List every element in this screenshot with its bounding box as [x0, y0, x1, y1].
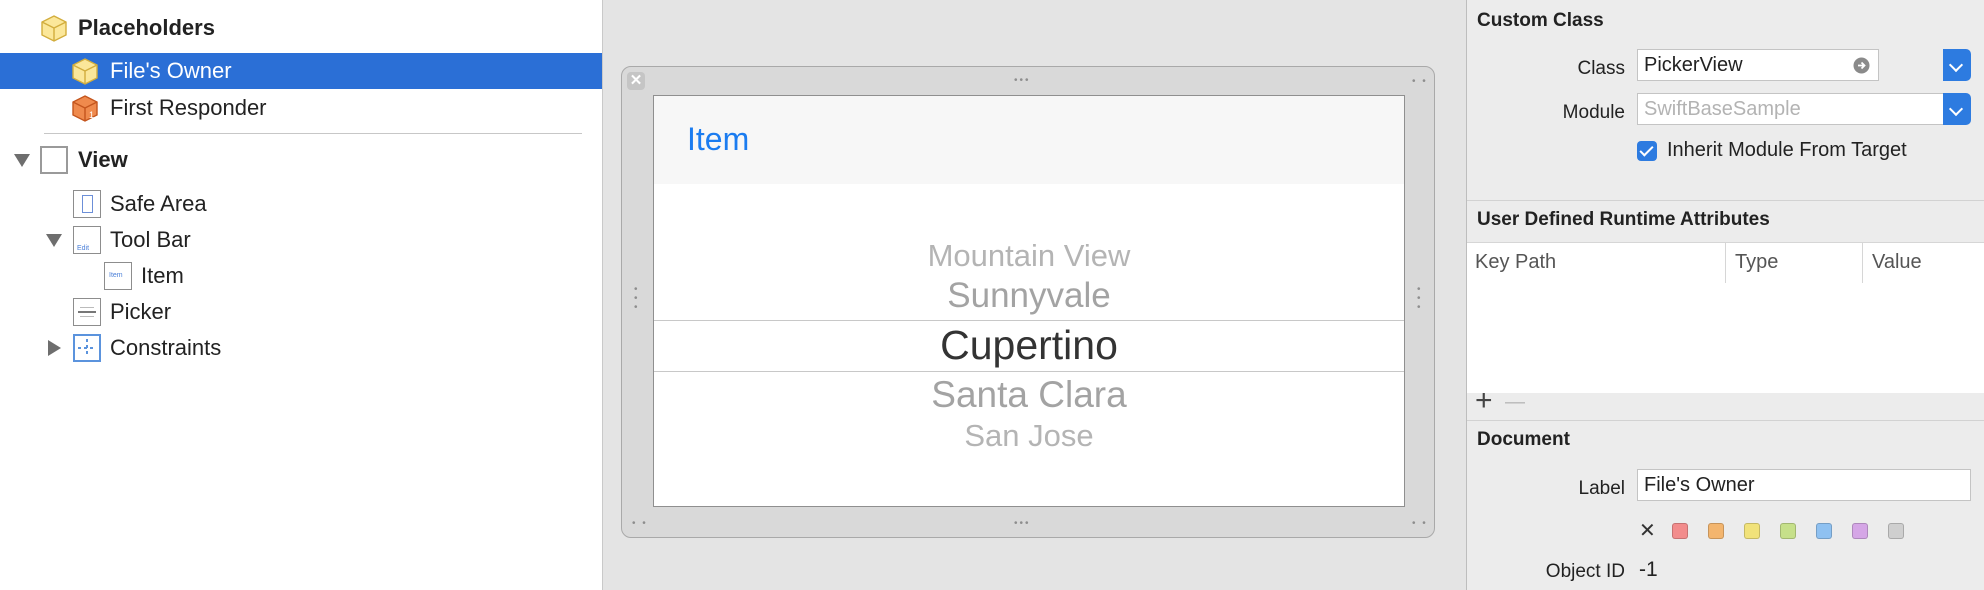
scene-frame[interactable]: ✕ ••• ••• • • • • • • • • • • • • Item Mount…: [621, 66, 1435, 538]
close-icon[interactable]: ✕: [627, 72, 645, 90]
outline-files-owner-label: File's Owner: [110, 58, 232, 83]
outline-toolbar-label: Tool Bar: [110, 227, 191, 252]
outline-constraints-label: Constraints: [110, 335, 222, 360]
picker-row: Sunnyvale: [947, 276, 1111, 315]
disclosure-triangle-collapsed-icon[interactable]: [48, 340, 61, 356]
module-label: Module: [1562, 102, 1625, 123]
picker-row-selected: Cupertino: [940, 322, 1118, 368]
resize-handle-top-right[interactable]: • •: [1412, 77, 1428, 87]
color-swatch-gray[interactable]: [1888, 523, 1904, 539]
resize-handle-bottom[interactable]: •••: [1014, 519, 1031, 529]
picker-selection-line-top: [654, 320, 1404, 321]
color-swatch-purple[interactable]: [1852, 523, 1868, 539]
outline-safe-area-label: Safe Area: [110, 191, 207, 216]
color-swatch-green[interactable]: [1780, 523, 1796, 539]
first-responder-badge: 1: [89, 110, 94, 120]
label-label: Label: [1578, 478, 1626, 499]
checkmark-icon: [1639, 142, 1654, 157]
outline-item-label: Item: [141, 263, 184, 288]
runtime-attributes-title: User Defined Runtime Attributes: [1477, 209, 1770, 230]
outline-picker-label: Picker: [110, 299, 172, 324]
color-swatch-orange[interactable]: [1708, 523, 1724, 539]
picker-icon: [73, 298, 101, 326]
color-swatch-blue[interactable]: [1816, 523, 1832, 539]
column-type[interactable]: Type: [1735, 251, 1778, 274]
outline-row-toolbar[interactable]: Edit Tool Bar: [0, 222, 602, 258]
picker-row: Santa Clara: [931, 374, 1127, 415]
navigate-arrow-icon[interactable]: [1853, 57, 1870, 74]
outline-placeholders-label: Placeholders: [78, 15, 215, 40]
outline-row-safe-area[interactable]: Safe Area: [0, 186, 602, 222]
interface-builder-canvas[interactable]: ✕ ••• ••• • • • • • • • • • • • • Item Mount…: [603, 0, 1466, 590]
column-key-path[interactable]: Key Path: [1475, 251, 1556, 274]
remove-attribute-button[interactable]: —: [1505, 391, 1525, 414]
class-combo-field[interactable]: PickerView: [1637, 49, 1879, 81]
outline-row-files-owner[interactable]: File's Owner: [0, 53, 602, 89]
picker-row: San Jose: [964, 418, 1094, 453]
clear-color-icon[interactable]: ✕: [1639, 518, 1656, 543]
placeholder-cube-icon: [41, 15, 67, 42]
root-view[interactable]: Item Mountain View Sunnyvale Cupertino S…: [653, 95, 1405, 507]
files-owner-cube-icon: [72, 58, 98, 85]
constraints-icon: [73, 334, 101, 362]
class-dropdown-button[interactable]: [1943, 49, 1971, 81]
resize-handle-left[interactable]: • • •: [634, 285, 640, 313]
document-title: Document: [1477, 429, 1570, 450]
document-label-field[interactable]: File's Owner: [1637, 469, 1971, 501]
custom-class-title: Custom Class: [1477, 10, 1604, 31]
object-id-value: -1: [1639, 558, 1658, 581]
module-combo-field[interactable]: SwiftBaseSample: [1637, 93, 1945, 125]
runtime-attributes-table-header: Key Path Type Value: [1467, 242, 1984, 284]
outline-first-responder-label: First Responder: [110, 95, 267, 120]
bar-button-item-icon: Item: [104, 262, 132, 290]
class-label: Class: [1577, 58, 1625, 79]
outline-row-picker[interactable]: Picker: [0, 294, 602, 330]
resize-handle-top[interactable]: •••: [1014, 76, 1031, 86]
outline-row-view[interactable]: View: [0, 142, 602, 178]
resize-handle-right[interactable]: • • •: [1417, 285, 1423, 313]
item-icon-text: Item: [109, 272, 123, 279]
add-attribute-button[interactable]: +: [1475, 386, 1493, 416]
identity-inspector: Custom Class Class PickerView Module Swi…: [1466, 0, 1984, 590]
module-dropdown-button[interactable]: [1943, 93, 1971, 125]
inherit-module-checkbox[interactable]: [1637, 141, 1657, 161]
outline-row-first-responder[interactable]: 1 First Responder: [0, 90, 602, 126]
toolbar[interactable]: Item: [654, 96, 1404, 184]
section-divider: [1467, 200, 1984, 201]
module-placeholder: SwiftBaseSample: [1644, 98, 1801, 120]
runtime-attributes-table-body[interactable]: [1467, 283, 1984, 393]
disclosure-triangle-expanded-icon[interactable]: [46, 234, 62, 247]
toolbar-icon: Edit: [73, 226, 101, 254]
outline-row-placeholders[interactable]: Placeholders: [0, 10, 602, 46]
outline-divider: [44, 133, 582, 134]
disclosure-triangle-expanded-icon[interactable]: [14, 154, 30, 167]
toolbar-item-button[interactable]: Item: [687, 121, 749, 158]
picker-selection-line-bottom: [654, 371, 1404, 372]
column-value[interactable]: Value: [1872, 251, 1922, 274]
inherit-module-label[interactable]: Inherit Module From Target: [1667, 139, 1907, 162]
first-responder-cube-icon: 1: [72, 95, 98, 122]
resize-handle-bottom-right[interactable]: • •: [1412, 519, 1428, 529]
resize-handle-bottom-left[interactable]: • •: [632, 519, 648, 529]
color-swatch-yellow[interactable]: [1744, 523, 1760, 539]
section-divider: [1467, 420, 1984, 421]
outline-view-label: View: [78, 147, 128, 172]
document-outline: Placeholders File's Owner 1 First Respon…: [0, 0, 603, 590]
outline-row-item[interactable]: Item Item: [0, 258, 602, 294]
picker-row: Mountain View: [927, 238, 1131, 273]
class-value: PickerView: [1644, 54, 1743, 76]
toolbar-icon-text: Edit: [77, 245, 90, 252]
outline-row-constraints[interactable]: Constraints: [0, 330, 602, 366]
safe-area-icon: [73, 190, 101, 218]
object-id-label: Object ID: [1545, 561, 1625, 582]
document-label-value: File's Owner: [1644, 474, 1755, 496]
view-icon: [40, 146, 68, 174]
color-swatch-red[interactable]: [1672, 523, 1688, 539]
